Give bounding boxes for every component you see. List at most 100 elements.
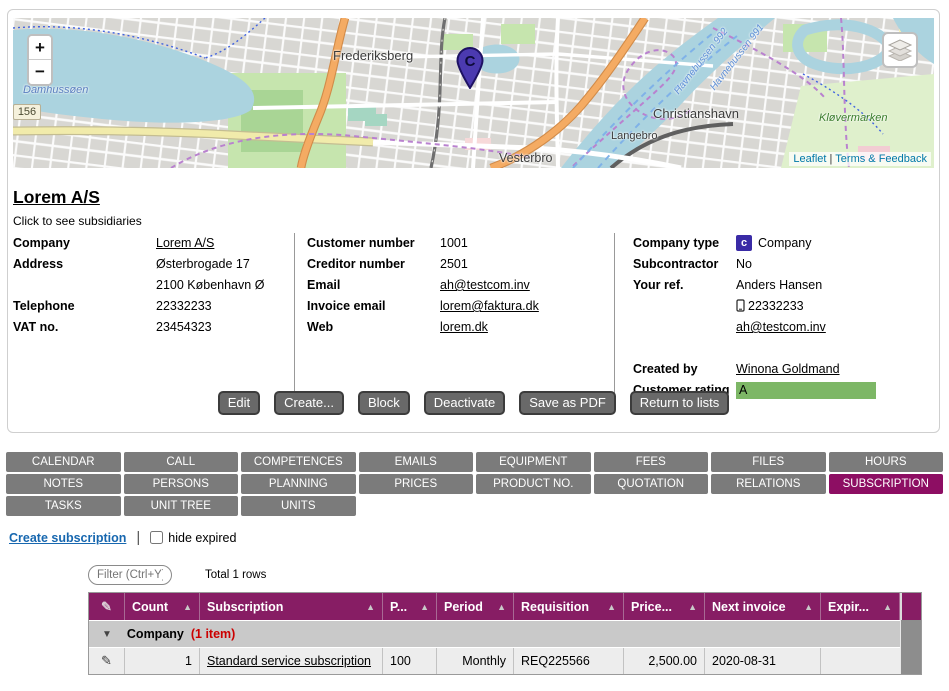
- column-header-p[interactable]: P... ▲: [383, 593, 437, 620]
- sort-asc-icon: ▲: [683, 602, 697, 612]
- save-as-pdf-button[interactable]: Save as PDF: [519, 391, 616, 415]
- invoice-email-link[interactable]: lorem@faktura.dk: [440, 296, 539, 317]
- your-ref-email-link[interactable]: ah@testcom.inv: [736, 320, 826, 334]
- layers-icon: [887, 39, 913, 61]
- tab-relations[interactable]: RELATIONS: [711, 474, 826, 494]
- edit-button[interactable]: Edit: [218, 391, 260, 415]
- map-layers-button[interactable]: [882, 32, 918, 68]
- cell-next-invoice: 2020-08-31: [705, 648, 821, 674]
- tab-files[interactable]: FILES: [711, 452, 826, 472]
- tab-product-no[interactable]: PRODUCT NO.: [476, 474, 591, 494]
- address-line1: Østerbrogade 17: [156, 254, 264, 275]
- spacer: [633, 338, 935, 359]
- attribution-separator: |: [829, 153, 832, 165]
- details-column-left: Company Lorem A/S Address Østerbrogade 1…: [13, 233, 294, 401]
- filter-input[interactable]: [88, 565, 172, 585]
- column-header-expires[interactable]: Expir... ▲: [821, 593, 900, 620]
- grid-rows: ▼ Company (1 item) ✎ 1 Standard service …: [89, 620, 900, 674]
- create-button[interactable]: Create...: [274, 391, 344, 415]
- mobile-phone-icon: [736, 299, 745, 312]
- web-link[interactable]: lorem.dk: [440, 317, 488, 338]
- column-header-count[interactable]: Count ▲: [125, 593, 200, 620]
- email-label: Email: [307, 275, 440, 296]
- address-line2: 2100 København Ø: [156, 275, 264, 296]
- column-header-price[interactable]: Price... ▲: [624, 593, 705, 620]
- zoom-out-button[interactable]: −: [29, 60, 51, 84]
- tab-quotation[interactable]: QUOTATION: [594, 474, 709, 494]
- tab-hours[interactable]: HOURS: [829, 452, 944, 472]
- leaflet-map[interactable]: Frederiksberg Christianshavn Langebro Ve…: [13, 18, 934, 168]
- marker-letter: C: [465, 53, 476, 70]
- tab-persons[interactable]: PERSONS: [124, 474, 239, 494]
- tab-subscription[interactable]: SUBSCRIPTION: [829, 474, 944, 494]
- company-type-value: Company: [758, 236, 812, 250]
- company-label: Company: [13, 233, 156, 254]
- map-label-christianshavn: Christianshavn: [653, 106, 739, 121]
- cell-period: Monthly: [437, 648, 514, 674]
- header-label: Subscription: [207, 600, 283, 614]
- tab-notes[interactable]: NOTES: [6, 474, 121, 494]
- tab-prices[interactable]: PRICES: [359, 474, 474, 494]
- row-edit-cell[interactable]: ✎: [89, 648, 125, 674]
- company-title[interactable]: Lorem A/S: [13, 187, 100, 208]
- map-marker[interactable]: C: [455, 47, 485, 89]
- toolbar-separator: |: [136, 529, 140, 546]
- tab-equipment[interactable]: EQUIPMENT: [476, 452, 591, 472]
- company-details: Company Lorem A/S Address Østerbrogade 1…: [13, 233, 935, 401]
- group-item-count: (1 item): [191, 627, 235, 641]
- email-link[interactable]: ah@testcom.inv: [440, 275, 530, 296]
- group-collapse-icon[interactable]: ▼: [102, 629, 112, 640]
- subscription-table-area: Total 1 rows ✎ Count ▲ Subscription ▲ P.…: [88, 565, 922, 675]
- cell-p: 100: [383, 648, 437, 674]
- terms-feedback-link[interactable]: Terms & Feedback: [835, 153, 927, 165]
- telephone-label: Telephone: [13, 296, 156, 317]
- your-ref-label: Your ref.: [633, 275, 736, 296]
- group-name: Company: [127, 627, 184, 641]
- header-label: Expir...: [828, 600, 869, 614]
- tab-units[interactable]: UNITS: [241, 496, 356, 516]
- tab-call[interactable]: CALL: [124, 452, 239, 472]
- telephone-value: 22332233: [156, 296, 212, 317]
- pencil-icon: ✎: [101, 653, 112, 669]
- deactivate-button[interactable]: Deactivate: [424, 391, 505, 415]
- map-label-klovermarken: Kløvermarken: [819, 112, 887, 124]
- vat-label: VAT no.: [13, 317, 156, 338]
- column-header-next-invoice[interactable]: Next invoice ▲: [705, 593, 821, 620]
- subscription-link[interactable]: Standard service subscription: [207, 654, 371, 668]
- header-label: Next invoice: [712, 600, 786, 614]
- sort-asc-icon: ▲: [361, 602, 375, 612]
- tab-calendar[interactable]: CALENDAR: [6, 452, 121, 472]
- created-by-link[interactable]: Winona Goldmand: [736, 359, 840, 380]
- creditor-number-label: Creditor number: [307, 254, 440, 275]
- group-row-company: ▼ Company (1 item): [89, 620, 900, 647]
- your-ref-phone-row: 22332233: [736, 296, 826, 317]
- return-to-lists-button[interactable]: Return to lists: [630, 391, 729, 415]
- tab-unit-tree[interactable]: UNIT TREE: [124, 496, 239, 516]
- tab-emails[interactable]: EMAILS: [359, 452, 474, 472]
- route-number-badge: 156: [13, 104, 41, 120]
- leaflet-link[interactable]: Leaflet: [793, 153, 826, 165]
- zoom-in-button[interactable]: +: [29, 36, 51, 60]
- sort-asc-icon: ▲: [602, 602, 616, 612]
- hide-expired-label: hide expired: [168, 531, 236, 545]
- sort-asc-icon: ▲: [492, 602, 506, 612]
- table-scrollbar[interactable]: [900, 620, 921, 674]
- created-by-label: Created by: [633, 359, 736, 380]
- tab-tasks[interactable]: TASKS: [6, 496, 121, 516]
- company-name-link[interactable]: Lorem A/S: [156, 233, 214, 254]
- customer-number-label: Customer number: [307, 233, 440, 254]
- details-column-right: Company type cCompany Subcontractor No Y…: [614, 233, 935, 401]
- block-button[interactable]: Block: [358, 391, 410, 415]
- tab-fees[interactable]: FEES: [594, 452, 709, 472]
- edit-column-header[interactable]: ✎: [89, 593, 125, 620]
- column-header-subscription[interactable]: Subscription ▲: [200, 593, 383, 620]
- hide-expired-checkbox[interactable]: [150, 531, 163, 544]
- column-header-requisition[interactable]: Requisition ▲: [514, 593, 624, 620]
- create-subscription-link[interactable]: Create subscription: [9, 531, 126, 545]
- sort-asc-icon: ▲: [415, 602, 429, 612]
- tab-planning[interactable]: PLANNING: [241, 474, 356, 494]
- tab-competences[interactable]: COMPETENCES: [241, 452, 356, 472]
- column-header-period[interactable]: Period ▲: [437, 593, 514, 620]
- cell-subscription: Standard service subscription: [200, 648, 383, 674]
- cell-expires: [821, 648, 900, 674]
